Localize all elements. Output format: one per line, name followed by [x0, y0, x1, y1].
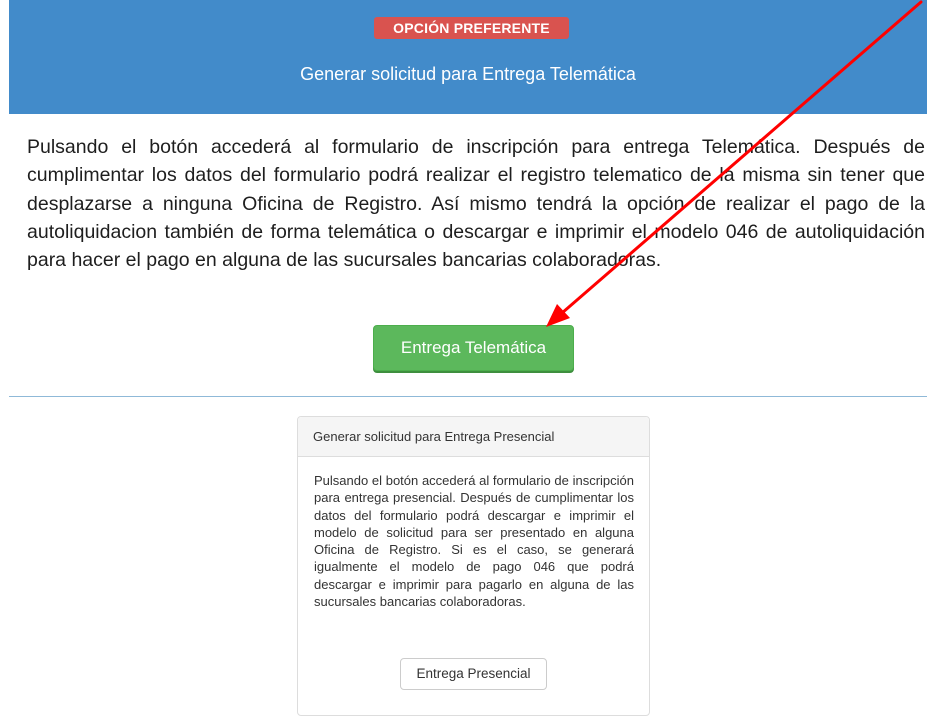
presencial-panel-title: Generar solicitud para Entrega Presencia…: [313, 429, 555, 444]
telematic-panel-header: OPCIÓN PREFERENTE Generar solicitud para…: [9, 0, 927, 114]
telematic-description: Pulsando el botón accederá al formulario…: [27, 136, 925, 272]
telematic-delivery-button[interactable]: Entrega Telemática: [373, 325, 574, 371]
presencial-delivery-button[interactable]: Entrega Presencial: [400, 658, 547, 690]
telematic-panel-title: Generar solicitud para Entrega Telemátic…: [300, 64, 636, 84]
telematic-panel: OPCIÓN PREFERENTE Generar solicitud para…: [9, 0, 927, 397]
preferred-option-badge: OPCIÓN PREFERENTE: [374, 17, 569, 39]
presencial-panel-header: Generar solicitud para Entrega Presencia…: [298, 417, 649, 457]
presencial-description: Pulsando el botón accederá al formulario…: [314, 473, 634, 610]
presencial-panel: Generar solicitud para Entrega Presencia…: [297, 416, 650, 716]
